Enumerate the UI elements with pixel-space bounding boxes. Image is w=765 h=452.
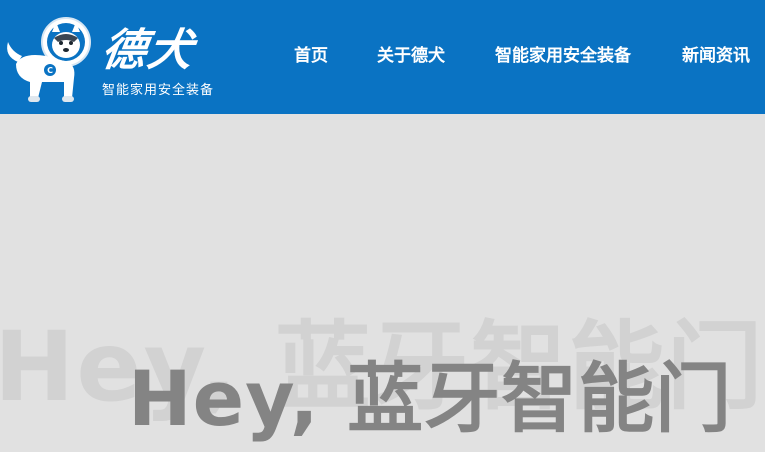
nav-item-products[interactable]: 智能家用安全装备 [495,44,631,68]
nav-item-about[interactable]: 关于德犬 [377,44,445,68]
hero-banner: Hey, 蓝牙智能门 Hey, 蓝牙智能门 [0,114,765,452]
hero-title: Hey, 蓝牙智能门 [128,354,733,443]
main-nav: 首页 关于德犬 智能家用安全装备 新闻资讯 [0,0,765,114]
nav-item-home[interactable]: 首页 [294,44,328,68]
nav-item-news[interactable]: 新闻资讯 [682,44,750,68]
site-header: C 德犬 智能家用安全装备 首页 关于德犬 智能家用安全装备 新闻资讯 [0,0,765,114]
